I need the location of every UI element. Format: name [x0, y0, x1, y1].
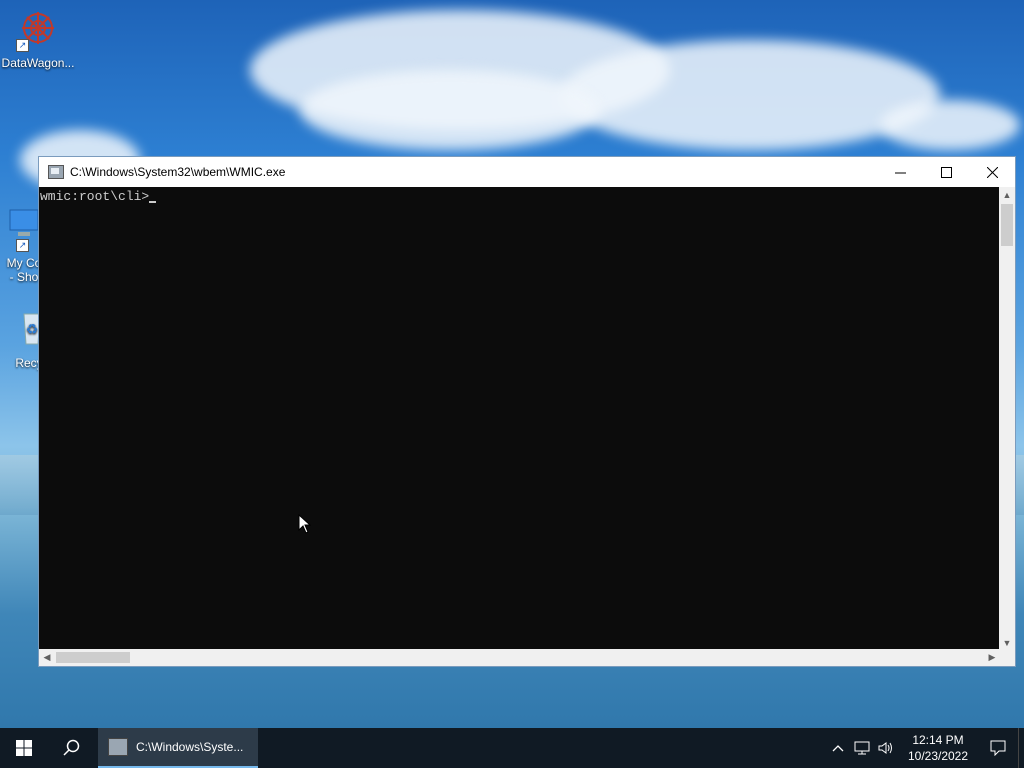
search-icon [63, 739, 80, 756]
window-title: C:\Windows\System32\wbem\WMIC.exe [70, 165, 286, 179]
horizontal-scrollbar[interactable]: ◀ ▶ [39, 649, 1000, 666]
taskbar-clock[interactable]: 12:14 PM 10/23/2022 [902, 732, 974, 764]
console-output[interactable]: wmic:root\cli> [39, 187, 1000, 651]
action-center-button[interactable] [978, 728, 1018, 768]
scroll-up-arrow-icon[interactable]: ▲ [999, 187, 1015, 203]
minimize-button[interactable] [877, 157, 923, 187]
shortcut-arrow-icon: ↗ [16, 39, 29, 52]
datawagon-logo-icon: ↗ [16, 8, 60, 52]
close-icon [986, 166, 998, 178]
show-desktop-button[interactable] [1018, 728, 1024, 768]
vertical-scroll-thumb[interactable] [1001, 204, 1013, 246]
notification-icon [990, 740, 1006, 756]
minimize-icon [894, 172, 906, 173]
scroll-left-arrow-icon[interactable]: ◀ [39, 649, 55, 666]
system-tray: 12:14 PM 10/23/2022 [826, 728, 1024, 768]
clock-date: 10/23/2022 [907, 749, 969, 763]
taskbar-item-label: C:\Windows\Syste... [136, 740, 244, 754]
desktop-icon-datawagon[interactable]: ↗ DataWagon... [0, 8, 76, 70]
clock-time: 12:14 PM [912, 733, 964, 747]
window-titlebar[interactable]: C:\Windows\System32\wbem\WMIC.exe [39, 157, 1015, 187]
wmic-console-window[interactable]: C:\Windows\System32\wbem\WMIC.exe wmic:r… [38, 156, 1016, 667]
shortcut-arrow-icon: ↗ [16, 239, 29, 252]
maximize-icon [940, 166, 952, 178]
network-icon[interactable] [850, 728, 874, 768]
maximize-button[interactable] [923, 157, 969, 187]
console-app-icon [108, 738, 128, 756]
mouse-pointer-icon [298, 514, 312, 534]
search-button[interactable] [48, 728, 96, 768]
horizontal-scroll-thumb[interactable] [56, 652, 130, 663]
start-button[interactable] [0, 728, 48, 768]
vertical-scrollbar[interactable]: ▲ ▼ [999, 187, 1015, 651]
volume-icon[interactable] [874, 728, 898, 768]
console-prompt: wmic:root\cli> [40, 189, 150, 204]
console-app-icon [48, 165, 64, 179]
close-button[interactable] [969, 157, 1015, 187]
taskbar: C:\Windows\Syste... 12:14 PM 10/23/2022 [0, 728, 1024, 768]
windows-start-icon [16, 740, 32, 756]
text-cursor [149, 201, 157, 203]
resize-grip[interactable] [998, 649, 1015, 666]
svg-text:♻: ♻ [26, 321, 39, 337]
chevron-up-icon[interactable] [826, 728, 850, 768]
desktop-icon-label: DataWagon... [1, 56, 75, 70]
taskbar-item-wmic[interactable]: C:\Windows\Syste... [98, 728, 258, 768]
